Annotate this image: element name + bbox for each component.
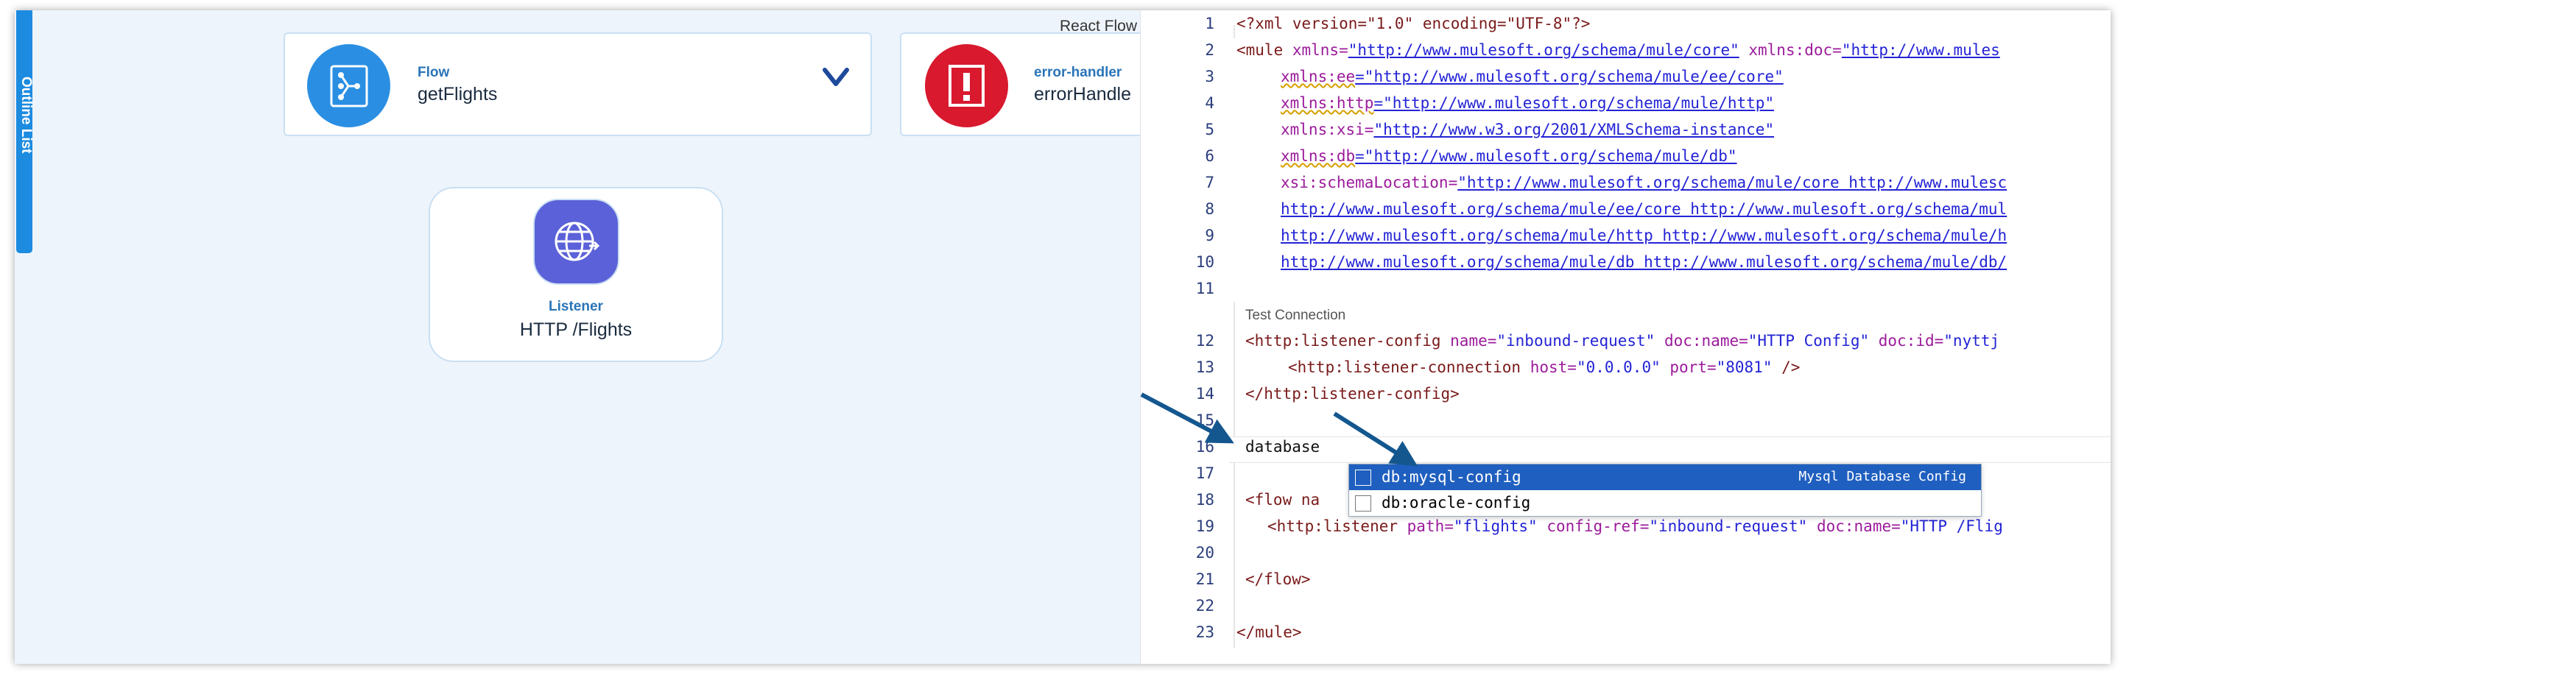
- autocomplete-item[interactable]: db:oracle-config: [1349, 490, 1981, 516]
- code-line: xmlns:db="http://www.mulesoft.org/schema…: [1281, 147, 1737, 165]
- error-handler-name: errorHandle: [1034, 84, 1132, 105]
- code-line: <http:listener path="flights" config-ref…: [1267, 517, 2003, 535]
- error-icon: [925, 44, 1008, 127]
- code-line: <flow na: [1245, 491, 1320, 509]
- code-line: <http:listener-config name="inbound-requ…: [1245, 332, 2000, 350]
- code-line: http://www.mulesoft.org/schema/mule/ee/c…: [1281, 200, 2007, 218]
- autocomplete-item[interactable]: db:mysql-config Mysql Database Config: [1349, 464, 1981, 490]
- test-connection-codelens[interactable]: Test Connection: [1245, 308, 1345, 324]
- line-number: 12: [1195, 332, 1214, 350]
- line-number: 23: [1195, 623, 1214, 641]
- current-line-highlight: [1229, 436, 2111, 463]
- line-number: 19: [1195, 517, 1214, 535]
- line-number: 1: [1205, 15, 1214, 32]
- line-number: 20: [1195, 544, 1214, 562]
- error-handler-kind-label: error-handler: [1034, 65, 1122, 80]
- flow-kind-label: Flow: [418, 65, 450, 80]
- flow-icon: [307, 44, 390, 127]
- code-line: http://www.mulesoft.org/schema/mule/http…: [1281, 227, 2007, 244]
- xml-code-editor[interactable]: 1 2 3 4 5 6 7 8 9 10 11 12 13 14 15 16 1…: [1140, 10, 2111, 664]
- outline-list-tab[interactable]: Outline List: [16, 10, 34, 253]
- code-line: </flow>: [1245, 570, 1311, 588]
- code-line: <http:listener-connection host="0.0.0.0"…: [1288, 358, 1801, 376]
- flow-name: getFlights: [418, 84, 498, 105]
- autocomplete-popup[interactable]: db:mysql-config Mysql Database Config db…: [1348, 464, 1982, 517]
- code-line: </http:listener-config>: [1245, 385, 1460, 403]
- code-line: <mule xmlns="http://www.mulesoft.org/sch…: [1236, 41, 2000, 59]
- code-line: </mule>: [1236, 623, 1302, 641]
- line-number: 3: [1205, 68, 1214, 85]
- flow-card[interactable]: Flow getFlights: [284, 32, 872, 136]
- line-number: 14: [1195, 385, 1214, 403]
- line-number: 17: [1195, 464, 1214, 482]
- line-number: 4: [1205, 94, 1214, 112]
- line-number: 5: [1205, 121, 1214, 138]
- autocomplete-item-label: db:mysql-config: [1382, 468, 1521, 486]
- line-number: 15: [1195, 411, 1214, 429]
- indent-guide: [1234, 302, 1235, 648]
- autocomplete-item-label: db:oracle-config: [1382, 494, 1531, 512]
- globe-icon: [533, 199, 619, 285]
- line-number: 6: [1205, 147, 1214, 165]
- listener-card[interactable]: Listener HTTP /Flights: [429, 187, 723, 362]
- line-number: 2: [1205, 41, 1214, 59]
- error-handler-card[interactable]: error-handler errorHandle: [900, 32, 1168, 136]
- code-line: xsi:schemaLocation="http://www.mulesoft.…: [1281, 174, 2007, 191]
- line-number: 13: [1195, 358, 1214, 376]
- indent-guide: [1234, 25, 1235, 38]
- line-number: 22: [1195, 597, 1214, 615]
- flow-canvas[interactable]: Outline List React Flow Flow getFlights: [15, 10, 1168, 664]
- code-line: xmlns:http="http://www.mulesoft.org/sche…: [1281, 94, 1775, 112]
- code-line: xmlns:ee="http://www.mulesoft.org/schema…: [1281, 68, 1784, 85]
- line-number: 8: [1205, 200, 1214, 218]
- line-number: 10: [1195, 253, 1214, 271]
- line-number: 9: [1205, 227, 1214, 244]
- snippet-icon: [1355, 470, 1371, 486]
- code-line: http://www.mulesoft.org/schema/mule/db h…: [1281, 253, 2007, 271]
- code-line-current[interactable]: database: [1245, 438, 1320, 456]
- outline-list-label: Outline List: [18, 77, 34, 154]
- code-line: <?xml version="1.0" encoding="UTF-8"?>: [1236, 15, 1591, 32]
- line-number: 11: [1195, 280, 1214, 297]
- chevron-down-icon[interactable]: [821, 66, 851, 92]
- app-window: Outline List React Flow Flow getFlights: [15, 10, 2111, 664]
- line-number: 18: [1195, 491, 1214, 509]
- line-number: 21: [1195, 570, 1214, 588]
- line-number: 7: [1205, 174, 1214, 191]
- listener-kind-label: Listener: [549, 299, 603, 314]
- autocomplete-item-detail: Mysql Database Config: [1798, 469, 1966, 484]
- code-line: xmlns:xsi="http://www.w3.org/2001/XMLSch…: [1281, 121, 1775, 138]
- listener-name: HTTP /Flights: [519, 319, 633, 340]
- line-number: 16: [1195, 438, 1214, 456]
- snippet-icon: [1355, 495, 1371, 512]
